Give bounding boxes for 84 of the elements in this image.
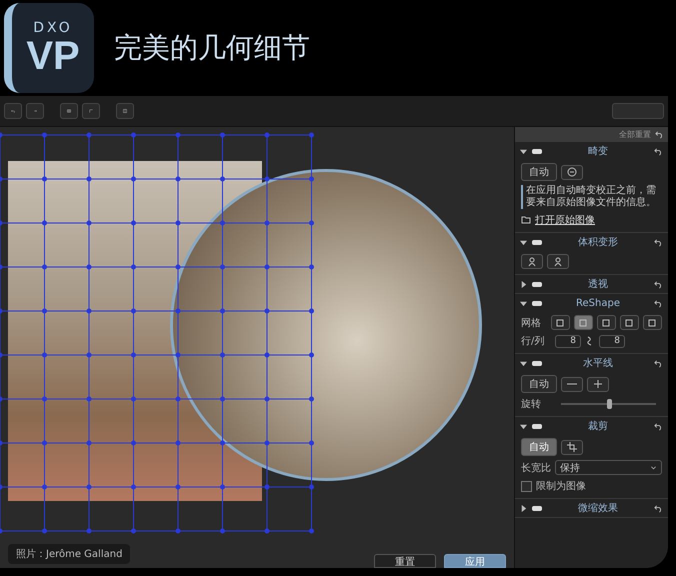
- section-header[interactable]: 水平线: [515, 354, 668, 372]
- slide-title: 完美的几何细节: [114, 30, 310, 66]
- info-message: 在应用自动畸变校正之前，需要来自原始图像文件的信息。: [521, 185, 662, 209]
- field-label: 长宽比: [521, 462, 551, 474]
- toggle-switch[interactable]: [532, 300, 542, 306]
- section-header[interactable]: 体积变形: [515, 233, 668, 251]
- section-header[interactable]: 畸变: [515, 142, 668, 160]
- section-title: 畸变: [587, 144, 609, 158]
- columns-field[interactable]: 8: [599, 334, 625, 348]
- crosshair-button[interactable]: [587, 376, 609, 392]
- expanded-triangle-icon: [520, 148, 527, 154]
- reset-icon: [654, 238, 663, 246]
- dropdown-value: 保持: [560, 462, 580, 474]
- folder-icon: [521, 215, 531, 225]
- rows-field[interactable]: 8: [555, 334, 581, 348]
- photo-credit: 照片：Jerôme Galland: [8, 544, 130, 564]
- auto-button[interactable]: 自动: [521, 163, 557, 181]
- square-icon: [601, 318, 612, 328]
- grid-option-button[interactable]: [574, 315, 593, 330]
- section-title: 微缩效果: [577, 502, 619, 515]
- section-title: 透视: [587, 278, 609, 291]
- reset-button[interactable]: 重置: [374, 554, 436, 568]
- grid-option-button[interactable]: [620, 315, 639, 330]
- toggle-switch[interactable]: [532, 282, 542, 286]
- reset-icon: [655, 130, 664, 139]
- section-header[interactable]: 微缩效果: [515, 499, 668, 517]
- toolbar-button[interactable]: [60, 103, 78, 119]
- checkbox[interactable]: [521, 480, 532, 492]
- section-title: 体积变形: [577, 236, 619, 249]
- collapsed-triangle-icon: [520, 504, 527, 512]
- square-icon: [578, 318, 588, 328]
- reset-icon: [654, 146, 663, 156]
- grid-option-button[interactable]: [596, 315, 616, 330]
- reset-icon: [654, 280, 663, 288]
- section-header[interactable]: 裁剪: [515, 417, 668, 435]
- toggle-switch[interactable]: [532, 506, 542, 510]
- grid-option-button[interactable]: [550, 315, 570, 330]
- logo-text: VP: [26, 36, 80, 76]
- checkbox-label: 限制为图像: [536, 480, 586, 493]
- crop-icon: [567, 442, 577, 452]
- reset-icon: [654, 422, 663, 430]
- auto-button[interactable]: 自动: [521, 438, 557, 456]
- section-header[interactable]: 透视: [515, 275, 668, 293]
- field-label: 旋转: [521, 398, 542, 411]
- expanded-triangle-icon: [520, 238, 527, 246]
- lens-icon: [567, 167, 577, 177]
- horizon-button[interactable]: [561, 376, 583, 392]
- grid-option-button[interactable]: [642, 315, 662, 330]
- expanded-triangle-icon: [520, 360, 527, 366]
- expanded-triangle-icon: [520, 422, 527, 430]
- deformation-button[interactable]: [521, 254, 543, 269]
- crosshair-icon: [593, 379, 603, 389]
- compare-icon: [123, 106, 127, 116]
- aspect-dropdown[interactable]: 保持: [555, 460, 662, 475]
- square-icon: [647, 318, 658, 328]
- expanded-triangle-icon: [520, 300, 527, 306]
- lens-button[interactable]: [561, 164, 583, 180]
- toggle-switch[interactable]: [532, 240, 542, 244]
- reset-icon: [654, 298, 663, 308]
- crop-button[interactable]: [561, 440, 583, 454]
- slider-thumb[interactable]: [606, 399, 612, 409]
- open-raw-link[interactable]: 打开原始图像: [535, 213, 595, 227]
- toggle-switch[interactable]: [532, 360, 542, 366]
- toggle-switch[interactable]: [532, 424, 542, 428]
- person-icon: [553, 256, 563, 266]
- auto-button[interactable]: 自动: [521, 375, 557, 393]
- square-icon: [624, 318, 634, 328]
- person-icon: [527, 256, 537, 266]
- collapsed-triangle-icon: [520, 280, 527, 288]
- deformation-button[interactable]: [547, 254, 569, 269]
- section-title: 水平线: [582, 356, 614, 370]
- reset-icon: [654, 504, 663, 512]
- section-header[interactable]: ReShape: [515, 294, 668, 312]
- chevron-down-icon: [650, 464, 657, 471]
- reset-icon: [654, 358, 663, 368]
- reset-all-link[interactable]: 全部重置: [619, 129, 651, 140]
- logo-text: DXO: [33, 20, 73, 36]
- section-title: ReShape: [575, 298, 621, 308]
- field-label: 行/列: [521, 335, 546, 348]
- field-label: 网格: [521, 316, 542, 330]
- section-title: 裁剪: [587, 420, 609, 433]
- square-icon: [555, 318, 566, 328]
- toggle-switch[interactable]: [532, 148, 542, 154]
- toolbar-button[interactable]: [116, 103, 134, 119]
